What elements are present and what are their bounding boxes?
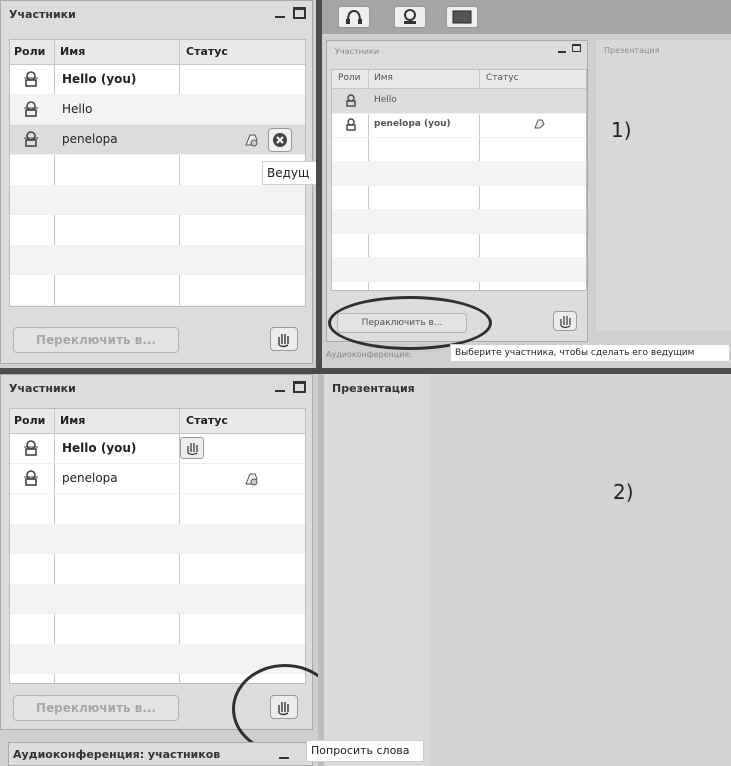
participant-name: penelopa (you) [374,119,451,129]
panel-titlebar: Участники [1,375,312,403]
minimize-icon[interactable] [275,390,285,392]
window-controls [275,381,306,393]
maximize-icon[interactable] [293,7,306,19]
participants-grid: Роли Имя Статус Hello penelopa (you) [331,69,587,291]
table-row[interactable]: Hello (you) [10,65,305,95]
headset-icon [346,9,362,24]
minimize-icon[interactable] [558,51,566,53]
column-header-role[interactable]: Роли [338,73,361,83]
participant-name: Hello [62,102,93,116]
column-header-name[interactable]: Имя [374,73,393,83]
participant-role-icon [24,131,38,147]
audio-conference-label: Аудиоконференция: [326,350,450,366]
maximize-icon[interactable] [293,381,306,393]
column-header-name[interactable]: Имя [60,45,85,58]
presenter-icon [245,473,258,486]
minimize-icon[interactable] [279,757,289,759]
audio-conference-bar: Аудиоконференция: участников [8,742,313,766]
participant-role-icon [346,94,356,107]
participant-name: Hello (you) [62,72,137,86]
table-row[interactable]: penelopa [10,464,305,494]
kick-user-button[interactable] [268,128,292,152]
make-presenter-icon[interactable] [242,131,260,149]
raised-hand-status [180,437,204,459]
panel-title: Участники [9,382,76,395]
panel-divider [316,0,322,368]
column-header-role[interactable]: Роли [14,414,45,427]
participant-role-icon [24,101,38,117]
presentation-label: Презентация [604,46,660,55]
window-controls [558,43,581,53]
participant-name: penelopa [62,471,118,485]
inner-presentation-area: Презентация [596,40,731,330]
desktop-share-button[interactable] [446,6,478,28]
audio-button[interactable] [338,6,370,28]
column-header-status[interactable]: Статус [486,73,519,83]
participants-grid: Роли Имя Статус Hello (you) penelopa [9,408,306,684]
hand-icon [560,316,571,329]
desktop-share-icon [452,10,472,24]
presentation-area: Презентация [324,374,731,766]
raise-hand-button[interactable] [553,311,577,331]
column-header-status[interactable]: Статус [186,45,228,58]
highlight-oval-1 [328,296,492,350]
maximize-icon[interactable] [572,44,581,52]
switch-button[interactable]: Переключить в... [13,695,179,721]
participant-role-icon [24,440,38,456]
participant-name: Hello (you) [62,441,137,455]
webcam-icon [404,9,416,24]
participant-name: penelopa [62,132,118,146]
audio-conference-label: Аудиоконференция: участников [13,748,221,761]
raise-hand-button[interactable] [270,327,298,351]
table-row[interactable]: Hello [10,95,305,125]
presentation-label: Презентация [332,382,415,395]
tooltip-presenter: Ведущ [262,161,318,185]
tooltip-raise-hand: Попросить слова [306,740,424,762]
panel-titlebar: Участники [327,41,587,63]
switch-button[interactable]: Переключить в... [13,327,179,353]
column-header-role[interactable]: Роли [14,45,45,58]
participant-name: Hello [374,95,397,105]
table-row[interactable]: penelopa [10,125,305,155]
participant-role-icon [24,470,38,486]
presenter-icon [534,119,545,129]
hand-icon [278,334,289,348]
close-icon [273,133,287,147]
participant-role-icon [346,118,356,131]
annotation-label-1: 1) [611,118,632,142]
inner-participants-panel: Участники Роли Имя Статус Hello penelopa… [326,40,588,342]
webcam-button[interactable] [394,6,426,28]
table-row[interactable]: Hello [332,89,586,114]
panel-titlebar: Участники [1,1,312,29]
minimize-icon[interactable] [275,16,285,18]
media-toolbar [322,0,731,34]
participant-role-icon [24,71,38,87]
annotation-label-2: 2) [613,480,634,504]
hand-icon [187,443,198,456]
panel-title: Участники [9,8,76,21]
panel-title: Участники [335,47,380,56]
column-header-name[interactable]: Имя [60,414,85,427]
table-row[interactable]: penelopa (you) [332,113,586,138]
column-header-status[interactable]: Статус [186,414,228,427]
grid-header: Роли Имя Статус [332,70,586,89]
window-controls [275,7,306,19]
table-row[interactable]: Hello (you) [10,434,305,464]
tooltip-select-presenter: Выберите участника, чтобы сделать его ве… [450,344,730,362]
